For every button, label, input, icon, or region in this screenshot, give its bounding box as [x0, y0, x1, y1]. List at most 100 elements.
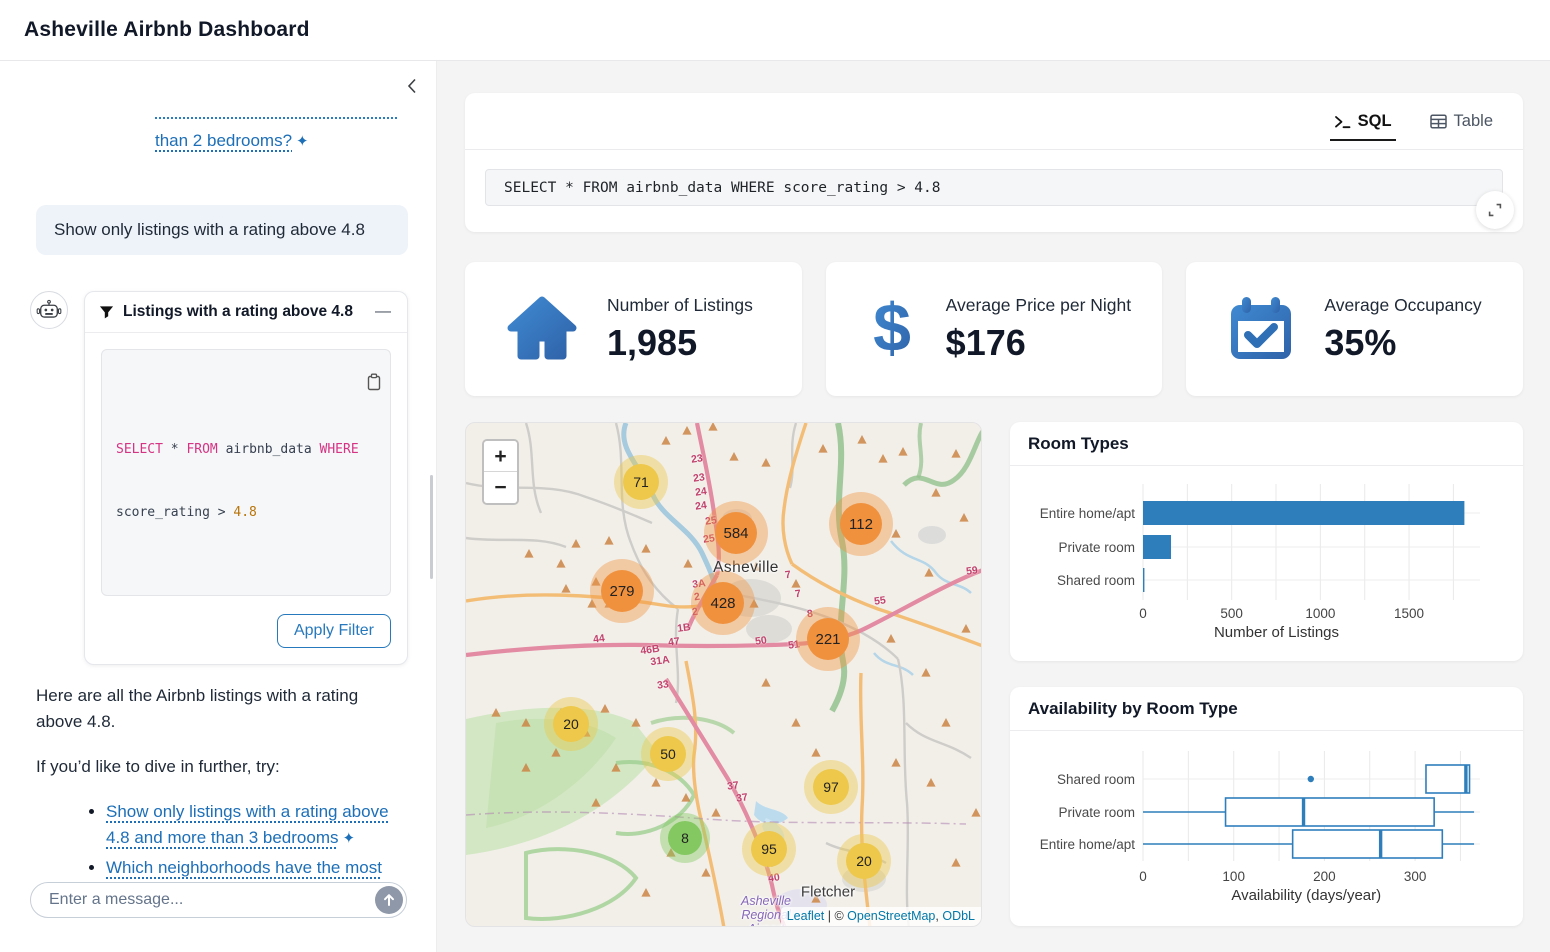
bot-avatar: [30, 291, 68, 329]
view-tabs: SQL Table: [465, 93, 1523, 150]
dashboard-main: SQL Table SELECT * FROM airbnb_data WHER…: [437, 61, 1550, 952]
svg-text:Number of Listings: Number of Listings: [1214, 624, 1339, 641]
suggestion-link[interactable]: than 2 bedrooms?: [155, 131, 292, 150]
terminal-icon: [1334, 114, 1351, 129]
map-place-label: Asheville: [713, 559, 779, 577]
metric-value: 35%: [1324, 322, 1481, 364]
map-place-label: Fletcher: [801, 884, 855, 901]
room-types-chart: Entire home/aptPrivate roomShared room05…: [1010, 466, 1523, 661]
metric-value: $176: [946, 322, 1131, 364]
sparkle-icon: ✦: [296, 132, 309, 150]
suggestion-list: Show only listings with a rating above 4…: [36, 799, 408, 880]
metric-card-price: $ Average Price per Night $176: [826, 262, 1163, 396]
suggestion-item: Show only listings with a rating above 4…: [106, 799, 408, 852]
sql-code-block: SELECT * FROM airbnb_data WHERE score_ra…: [101, 349, 391, 596]
svg-text:Entire home/apt: Entire home/apt: [1040, 837, 1136, 852]
road-number-label: 1B: [677, 621, 692, 635]
map-cluster-marker[interactable]: 20: [846, 843, 882, 879]
road-number-label: 47: [667, 635, 680, 649]
map-cluster-marker[interactable]: 97: [813, 769, 849, 805]
map-cluster-marker[interactable]: 584: [715, 512, 757, 554]
map-zoom-control: + −: [482, 439, 519, 505]
road-number-label: 40: [767, 871, 780, 885]
page-title: Asheville Airbnb Dashboard: [24, 18, 310, 42]
road-number-label: 24: [694, 485, 707, 499]
send-button[interactable]: [375, 886, 403, 914]
map-cluster-marker[interactable]: 112: [840, 503, 882, 545]
message-input-row: [30, 882, 407, 918]
svg-text:1000: 1000: [1305, 606, 1335, 621]
app-header: Asheville Airbnb Dashboard: [0, 0, 1550, 61]
message-input[interactable]: [30, 882, 407, 918]
svg-text:100: 100: [1222, 869, 1245, 884]
expand-button[interactable]: [1476, 191, 1514, 229]
sql-query-display[interactable]: SELECT * FROM airbnb_data WHERE score_ra…: [485, 169, 1503, 206]
bot-message-row: Listings with a rating above 4.8 — SELEC…: [30, 291, 408, 665]
road-number-label: 50: [754, 634, 767, 648]
tab-table[interactable]: Table: [1430, 93, 1493, 149]
road-number-label: 37: [735, 791, 748, 805]
svg-text:Availability (days/year): Availability (days/year): [1231, 887, 1381, 904]
clipboard-icon: [366, 373, 382, 391]
svg-text:0: 0: [1139, 869, 1147, 884]
suggestion-link[interactable]: Which neighborhoods have the most highly…: [106, 858, 382, 880]
odbl-link[interactable]: ODbL: [942, 909, 975, 923]
map-cluster-marker[interactable]: 8: [668, 821, 702, 855]
map-cluster-marker[interactable]: 95: [751, 831, 787, 867]
sidebar-scrollbar[interactable]: [430, 475, 433, 579]
room-types-title: Room Types: [1010, 422, 1523, 466]
road-number-label: 8: [806, 608, 813, 621]
response-paragraph: Here are all the Airbnb listings with a …: [36, 683, 408, 735]
room-types-card: Room Types Entire home/aptPrivate roomSh…: [1010, 422, 1523, 661]
map-cluster-marker[interactable]: 428: [702, 582, 744, 624]
svg-text:200: 200: [1313, 869, 1336, 884]
copy-button[interactable]: [314, 358, 382, 409]
availability-card: Availability by Room Type Shared roomPri…: [1010, 687, 1523, 926]
sparkle-icon: ✦: [342, 826, 355, 852]
map-tiles: [466, 423, 982, 927]
tab-sql[interactable]: SQL: [1334, 93, 1392, 149]
user-message-bubble: Show only listings with a rating above 4…: [36, 205, 408, 255]
zoom-out-button[interactable]: −: [484, 472, 517, 503]
map-cluster-marker[interactable]: 20: [553, 706, 589, 742]
svg-text:Entire home/apt: Entire home/apt: [1040, 506, 1136, 521]
road-number-label: 24: [694, 499, 707, 513]
svg-text:0: 0: [1139, 606, 1147, 621]
table-icon: [1430, 114, 1447, 129]
map-cluster-marker[interactable]: 50: [650, 736, 686, 772]
openstreetmap-link[interactable]: OpenStreetMap: [847, 909, 935, 923]
map-cluster-marker[interactable]: 221: [807, 618, 849, 660]
metric-value: 1,985: [607, 322, 753, 364]
truncated-link-underline: [155, 117, 397, 119]
filter-card-title: Listings with a rating above 4.8: [123, 303, 364, 321]
metric-card-listings: Number of Listings 1,985: [465, 262, 802, 396]
dollar-icon: $: [868, 293, 916, 365]
suggestion-item: Which neighborhoods have the most highly…: [106, 855, 408, 880]
arrow-up-icon: [382, 893, 396, 907]
map-cluster-marker[interactable]: 279: [601, 570, 643, 612]
minimize-button[interactable]: —: [373, 304, 393, 320]
tab-table-label: Table: [1454, 112, 1493, 131]
listings-map[interactable]: + − 71 584 112 279 428 221 20 50 97 8 95 20 Ashevill…: [465, 422, 982, 927]
svg-text:1500: 1500: [1394, 606, 1424, 621]
map-cluster-marker[interactable]: 71: [623, 464, 659, 500]
map-attribution: Leaflet | © OpenStreetMap, ODbL: [781, 907, 981, 926]
metrics-row: Number of Listings 1,985 $ Average Price…: [465, 262, 1523, 396]
road-number-label: 33: [656, 678, 669, 692]
svg-text:Shared room: Shared room: [1057, 772, 1135, 787]
road-number-label: 7: [784, 569, 791, 582]
tab-sql-label: SQL: [1358, 112, 1392, 131]
chat-message-list: than 2 bedrooms?✦ Show only listings wit…: [0, 61, 436, 880]
zoom-in-button[interactable]: +: [484, 441, 517, 472]
query-toolbar-card: SQL Table SELECT * FROM airbnb_data WHER…: [465, 93, 1523, 232]
leaflet-link[interactable]: Leaflet: [787, 909, 825, 923]
svg-text:300: 300: [1404, 869, 1427, 884]
svg-text:500: 500: [1220, 606, 1243, 621]
metric-label: Number of Listings: [607, 295, 753, 316]
apply-filter-button[interactable]: Apply Filter: [277, 614, 391, 648]
svg-text:Private room: Private room: [1058, 540, 1135, 555]
road-number-label: 44: [592, 632, 605, 646]
road-number-label: 55: [873, 594, 886, 608]
svg-text:$: $: [873, 293, 911, 365]
expand-icon: [1488, 203, 1502, 217]
